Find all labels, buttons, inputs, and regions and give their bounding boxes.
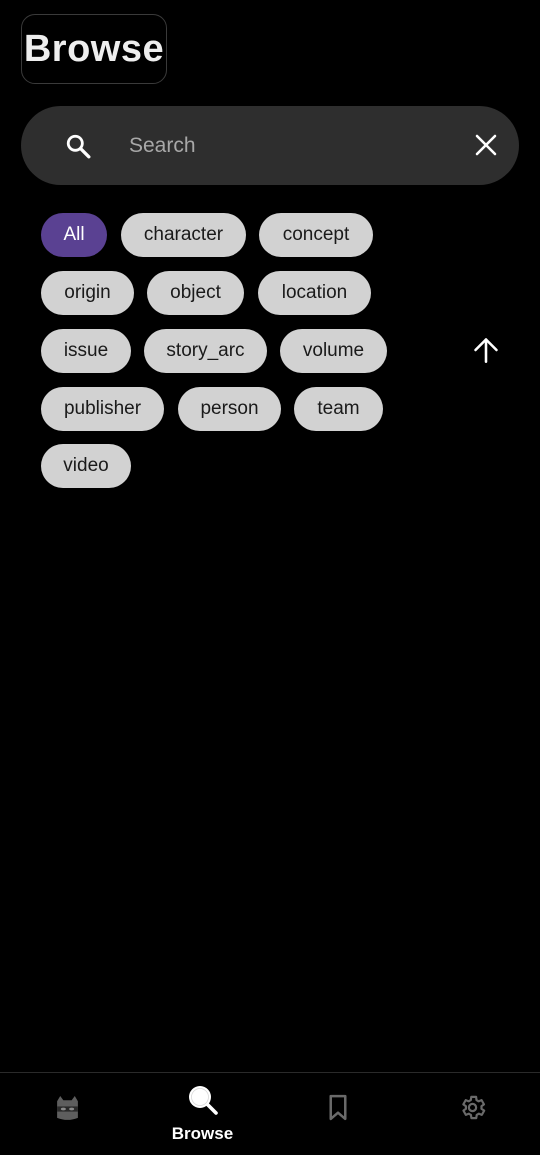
filter-chip-person[interactable]: person	[178, 387, 281, 431]
clear-search-icon[interactable]	[474, 133, 498, 157]
filter-chip-team[interactable]: team	[294, 387, 383, 431]
search-input[interactable]	[129, 126, 459, 166]
filter-chip-location[interactable]: location	[258, 271, 371, 315]
mask-icon	[57, 1096, 78, 1120]
filter-chip-object[interactable]: object	[147, 271, 244, 315]
filter-chip-character[interactable]: character	[121, 213, 246, 257]
nav-label-browse: Browse	[171, 1124, 234, 1143]
filter-chip-video[interactable]: video	[41, 444, 131, 488]
bookmark-icon	[329, 1094, 347, 1121]
nav-item-browse[interactable]: Browse	[135, 1073, 270, 1155]
page-title: Browse	[23, 27, 165, 70]
filter-chip-all[interactable]: All	[41, 213, 107, 257]
filter-chip-issue[interactable]: issue	[41, 329, 131, 373]
nav-item-library[interactable]	[0, 1073, 135, 1155]
nav-item-settings[interactable]	[405, 1073, 540, 1155]
arrow-up-icon[interactable]	[472, 336, 500, 364]
filter-chip-publisher[interactable]: publisher	[41, 387, 164, 431]
nav-item-bookmarks[interactable]	[270, 1073, 405, 1155]
filter-chip-volume[interactable]: volume	[280, 329, 387, 373]
search-bar[interactable]	[21, 106, 519, 185]
filter-chip-concept[interactable]: concept	[259, 213, 373, 257]
search-icon	[189, 1086, 218, 1115]
gear-icon	[462, 1095, 486, 1120]
bottom-nav: Browse	[0, 1072, 540, 1155]
search-icon[interactable]	[65, 133, 91, 159]
page-title-box: Browse	[21, 14, 167, 84]
filter-chip-origin[interactable]: origin	[41, 271, 134, 315]
filter-chip-story-arc[interactable]: story_arc	[144, 329, 267, 373]
